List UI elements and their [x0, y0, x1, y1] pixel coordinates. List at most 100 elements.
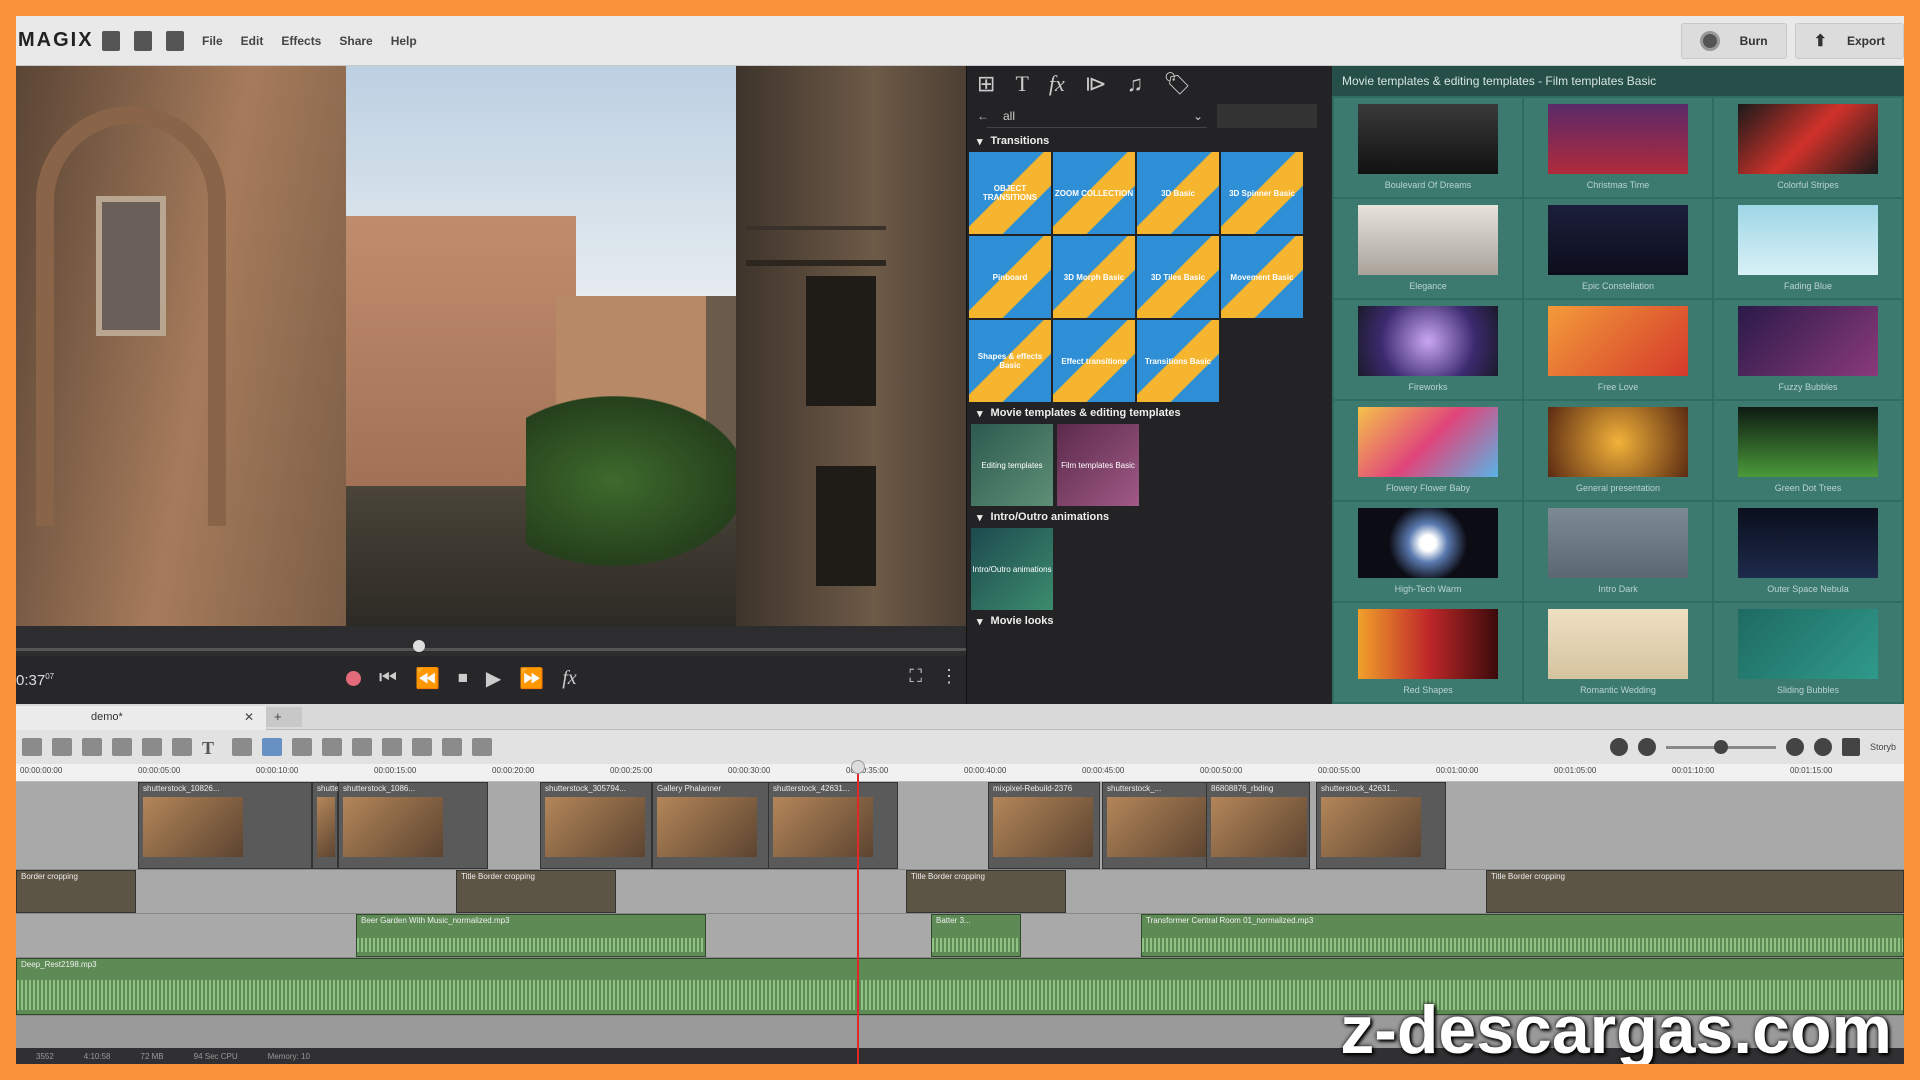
burn-button[interactable]: Burn	[1680, 23, 1787, 59]
menu-share[interactable]: Share	[339, 34, 372, 48]
undo-icon[interactable]	[22, 738, 42, 756]
skip-back-icon[interactable]: ⏮	[379, 667, 397, 690]
pool-search-input[interactable]	[1217, 104, 1317, 128]
template-item[interactable]: Free Love	[1524, 300, 1712, 399]
playhead-handle[interactable]	[851, 760, 865, 774]
more-options-icon[interactable]: ⋮	[940, 666, 958, 687]
transition-tile[interactable]: 3D Spinner Basic	[1221, 152, 1303, 234]
fullscreen-icon[interactable]: ⛶	[909, 666, 922, 687]
template-item[interactable]: Elegance	[1334, 199, 1522, 298]
transition-tile[interactable]: 3D Basic	[1137, 152, 1219, 234]
section-intro-outro[interactable]: ▾ Intro/Outro animations	[967, 506, 1332, 528]
intro-tile[interactable]: Intro/Outro animations	[971, 528, 1053, 610]
crop-icon[interactable]	[232, 738, 252, 756]
record-icon[interactable]	[346, 671, 361, 686]
open-folder-icon[interactable]	[134, 30, 152, 51]
group-icon[interactable]	[352, 738, 372, 756]
music-icon[interactable]: ♫	[1127, 71, 1144, 97]
template-item[interactable]: Epic Constellation	[1524, 199, 1712, 298]
menu-edit[interactable]: Edit	[241, 34, 264, 48]
transition-tile[interactable]: Pinboard	[969, 236, 1051, 318]
video-clip[interactable]: shutterstock_b...	[312, 782, 376, 869]
template-item[interactable]: Fading Blue	[1714, 199, 1902, 298]
copy-icon[interactable]	[112, 738, 132, 756]
new-project-icon[interactable]	[102, 30, 120, 51]
transition-tile[interactable]: 3D Tiles Basic	[1137, 236, 1219, 318]
template-item[interactable]: Intro Dark	[1524, 502, 1712, 601]
unlink-icon[interactable]	[472, 738, 492, 756]
playhead[interactable]	[857, 764, 859, 1064]
transition-tile[interactable]: OBJECT TRANSITIONS	[969, 152, 1051, 234]
zoom-slider[interactable]	[1665, 739, 1776, 754]
template-item[interactable]: Fireworks	[1334, 300, 1522, 399]
text-tool-icon[interactable]: T	[202, 738, 222, 758]
redo-icon[interactable]	[52, 738, 72, 756]
fx-icon[interactable]: fx	[562, 667, 576, 690]
preview-scrubber[interactable]	[16, 626, 966, 656]
template-item[interactable]: Red Shapes	[1334, 603, 1522, 702]
template-item[interactable]: Romantic Wedding	[1524, 603, 1712, 702]
transition-tile[interactable]: Effect transitions	[1053, 320, 1135, 402]
video-clip[interactable]: Gallery Phalanner	[652, 782, 772, 869]
transition-tile[interactable]: Shapes & effects Basic	[969, 320, 1051, 402]
transitions-icon[interactable]: ⧐	[1085, 71, 1107, 97]
zoom-out-icon[interactable]	[1609, 738, 1628, 756]
insert-icon[interactable]	[172, 738, 192, 756]
new-tab-button[interactable]: + ⌄	[266, 707, 302, 739]
transition-tile[interactable]: Transitions Basic	[1137, 320, 1219, 402]
section-movie-templates[interactable]: ▾ Movie templates & editing templates	[967, 402, 1332, 424]
audio-clip[interactable]: Batter 3...	[931, 914, 1021, 957]
paste-icon[interactable]	[142, 738, 162, 756]
zoom-handle[interactable]	[1713, 739, 1728, 754]
monitor-icon[interactable]	[1841, 738, 1860, 756]
fast-forward-icon[interactable]: ⏩	[519, 666, 544, 691]
template-tile[interactable]: Editing templates	[971, 424, 1053, 506]
filter-select[interactable]: all ⌄	[987, 104, 1207, 128]
section-transitions[interactable]: ▾ Transitions	[967, 130, 1332, 152]
video-clip[interactable]: mixpixel-Rebuild-2376	[988, 782, 1100, 869]
stop-icon[interactable]: ⏹	[458, 667, 468, 690]
stretch-icon[interactable]	[382, 738, 402, 756]
zoom-fit-icon[interactable]	[1813, 738, 1832, 756]
template-item[interactable]: Flowery Flower Baby	[1334, 401, 1522, 500]
close-tab-icon[interactable]: ✕	[244, 710, 254, 724]
tag-icon[interactable]: 🏷	[1163, 71, 1191, 97]
play-icon[interactable]: ▶	[486, 666, 501, 691]
video-clip[interactable]: 86808876_rbding	[1206, 782, 1310, 869]
title-icon[interactable]: T	[1015, 71, 1028, 97]
video-preview[interactable]	[16, 66, 966, 626]
menu-file[interactable]: File	[202, 34, 223, 48]
timeline-ruler[interactable]: 00:00:00:00 00:00:05:00 00:00:10:00 00:00:1…	[16, 764, 1904, 782]
video-clip[interactable]: shutterstock_...	[1102, 782, 1210, 869]
video-clip[interactable]: shutterstock_42631...	[1316, 782, 1446, 869]
transition-tile[interactable]: Movement Basic	[1221, 236, 1303, 318]
video-clip[interactable]: shutterstock_42631...	[768, 782, 898, 869]
transition-tile[interactable]: ZOOM COLLECTION	[1053, 152, 1135, 234]
effects-icon[interactable]: fx	[1049, 71, 1065, 97]
title-clip[interactable]: Title Border cropping	[906, 870, 1066, 913]
split-icon[interactable]	[322, 738, 342, 756]
zoom-plus-icon[interactable]	[1785, 738, 1804, 756]
scrub-handle[interactable]	[413, 640, 425, 652]
video-clip[interactable]: shutterstock_10826...	[138, 782, 312, 869]
template-tile[interactable]: Film templates Basic	[1057, 424, 1139, 506]
template-item[interactable]: Boulevard Of Dreams	[1334, 98, 1522, 197]
template-item[interactable]: Outer Space Nebula	[1714, 502, 1902, 601]
link-icon[interactable]	[442, 738, 462, 756]
audio-clip[interactable]: Beer Garden With Music_normalized.mp3	[356, 914, 706, 957]
save-icon[interactable]	[166, 30, 184, 51]
audio-clip[interactable]: Transformer Central Room 01_normalized.m…	[1141, 914, 1904, 957]
template-item[interactable]: General presentation	[1524, 401, 1712, 500]
video-clip[interactable]: shutterstock_1086...	[338, 782, 488, 869]
export-button[interactable]: ⬆ Export	[1794, 23, 1904, 59]
template-item[interactable]: Green Dot Trees	[1714, 401, 1902, 500]
template-item[interactable]: High-Tech Warm	[1334, 502, 1522, 601]
delete-icon[interactable]	[82, 738, 102, 756]
title-clip[interactable]: Title Border cropping	[456, 870, 616, 913]
section-movie-looks[interactable]: ▾ Movie looks	[967, 610, 1332, 632]
video-clip[interactable]: shutterstock_305794...	[540, 782, 652, 869]
range-pointer-icon[interactable]	[292, 738, 312, 756]
template-item[interactable]: Fuzzy Bubbles	[1714, 300, 1902, 399]
rewind-icon[interactable]: ⏪	[415, 666, 440, 691]
menu-effects[interactable]: Effects	[281, 34, 321, 48]
